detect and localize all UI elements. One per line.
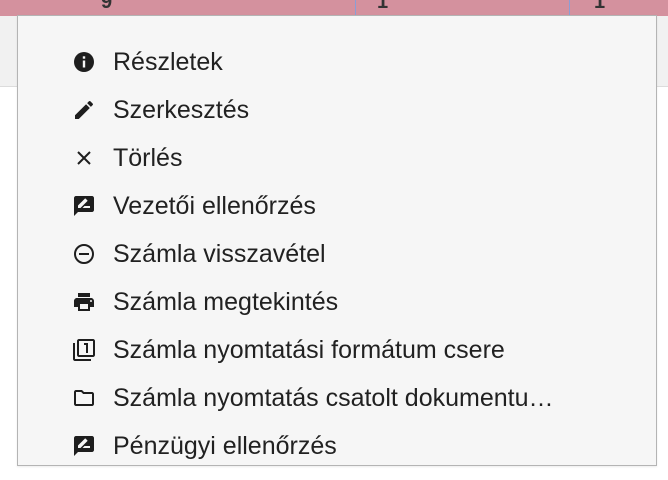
menu-item-manager-review[interactable]: Vezetői ellenőrzés: [18, 182, 656, 230]
menu-item-financial-review[interactable]: Pénzügyi ellenőrzés: [18, 422, 656, 465]
table-cell: 1: [594, 0, 606, 13]
cell-divider: [355, 0, 356, 16]
filter-1-icon: [72, 338, 96, 362]
menu-item-label: Törlés: [113, 144, 183, 172]
menu-item-details[interactable]: Részletek: [18, 38, 656, 86]
table-cell: 9: [101, 0, 113, 13]
rate-review-icon: [72, 434, 96, 458]
info-icon: [72, 50, 96, 74]
context-menu: Részletek Szerkesztés Törlés Vezetői ell…: [17, 15, 657, 466]
menu-item-label: Számla nyomtatás csatolt dokumentu…: [113, 384, 554, 412]
pencil-icon: [72, 98, 96, 122]
menu-item-label: Számla visszavétel: [113, 240, 326, 268]
menu-item-invoice-revoke[interactable]: Számla visszavétel: [18, 230, 656, 278]
cell-divider: [569, 0, 570, 16]
menu-item-print-attached-docs[interactable]: Számla nyomtatás csatolt dokumentu…: [18, 374, 656, 422]
close-icon: [72, 146, 96, 170]
menu-item-label: Szerkesztés: [113, 96, 250, 124]
menu-item-edit[interactable]: Szerkesztés: [18, 86, 656, 134]
menu-item-label: Vezetői ellenőrzés: [113, 192, 316, 220]
folder-icon: [72, 386, 96, 410]
menu-item-label: Számla megtekintés: [113, 288, 339, 316]
minus-circle-icon: [72, 242, 96, 266]
menu-item-label: Részletek: [113, 48, 223, 76]
print-icon: [72, 290, 96, 314]
menu-item-label: Számla nyomtatási formátum csere: [113, 336, 505, 364]
rate-review-icon: [72, 194, 96, 218]
menu-item-label: Pénzügyi ellenőrzés: [113, 432, 337, 460]
menu-item-delete[interactable]: Törlés: [18, 134, 656, 182]
background-table-row: 9 1 1: [0, 0, 668, 16]
menu-item-print-format-change[interactable]: Számla nyomtatási formátum csere: [18, 326, 656, 374]
table-cell: 1: [377, 0, 389, 13]
menu-item-invoice-view[interactable]: Számla megtekintés: [18, 278, 656, 326]
